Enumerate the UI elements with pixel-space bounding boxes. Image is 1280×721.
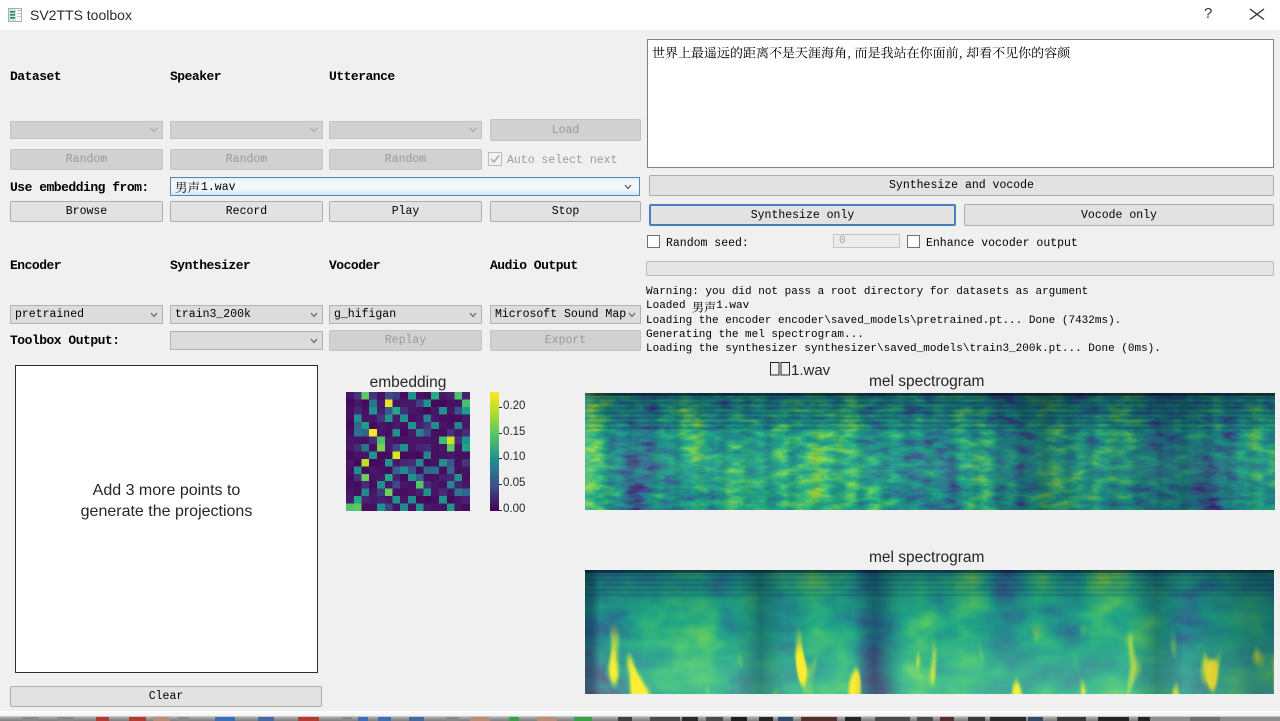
svg-text:1.wav: 1.wav	[791, 362, 831, 378]
